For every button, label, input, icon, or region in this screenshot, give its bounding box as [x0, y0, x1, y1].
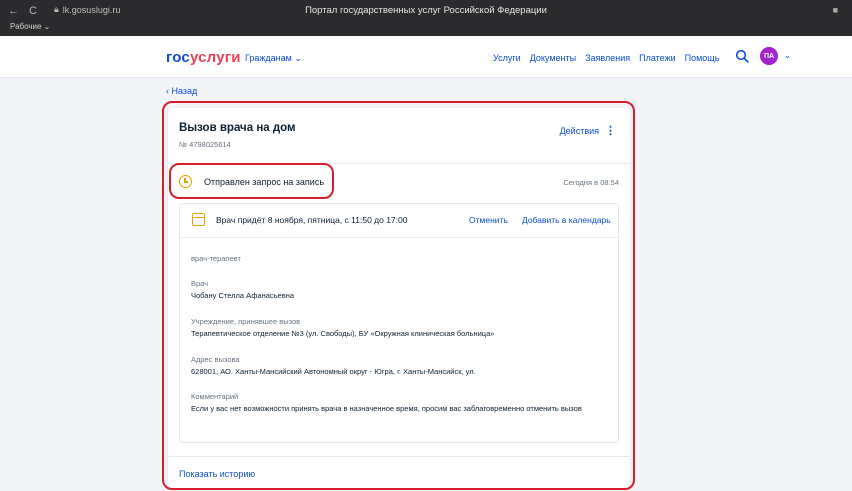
nav-payments[interactable]: Платежи — [639, 53, 676, 63]
nav-applications[interactable]: Заявления — [585, 53, 630, 63]
logo-part-uslugi: услуги — [189, 49, 241, 66]
site-header: госуслуги Гражданам ⌄ Услуги Документы З… — [0, 36, 852, 78]
avatar[interactable]: ПА — [760, 47, 778, 65]
search-icon[interactable] — [735, 49, 749, 63]
nav-help[interactable]: Помощь — [685, 53, 720, 63]
annotation-outline-status — [169, 163, 334, 199]
bookmarks-folder[interactable]: Рабочие ⌄ — [10, 22, 50, 31]
window-title: Портал государственных услуг Российской … — [305, 5, 547, 16]
top-navigation: Услуги Документы Заявления Платежи Помощ… — [493, 53, 719, 63]
nav-documents[interactable]: Документы — [530, 53, 576, 63]
logo-part-gos: гос — [166, 49, 190, 66]
bookmark-icon[interactable]: ■ — [833, 5, 838, 15]
gosuslugi-logo[interactable]: госуслуги — [166, 49, 241, 66]
nav-services[interactable]: Услуги — [493, 53, 521, 63]
annotation-outline-card — [162, 101, 635, 490]
chevron-down-icon[interactable]: ⌄ — [784, 51, 791, 60]
back-link[interactable]: ‹ Назад — [166, 86, 197, 96]
citizens-menu[interactable]: Гражданам ⌄ — [245, 53, 302, 64]
browser-chrome: ← C 🔒︎ lk.gosuslugi.ru Портал государств… — [0, 0, 852, 36]
